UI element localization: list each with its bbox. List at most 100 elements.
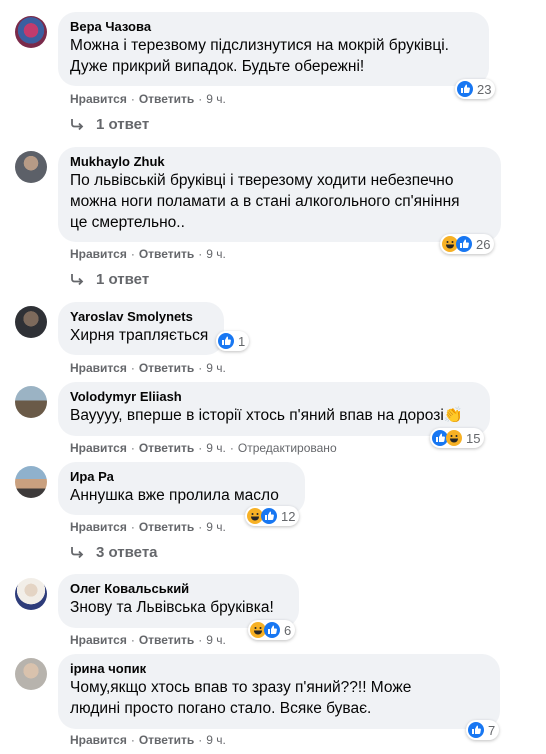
separator-dot: ·	[198, 441, 203, 455]
reply-button[interactable]: Ответить	[139, 361, 194, 375]
avatar[interactable]	[15, 578, 47, 610]
comment-author[interactable]: Ира Ра	[70, 469, 293, 485]
comment-actions: Нравится · Ответить · 9 ч.	[70, 519, 226, 535]
separator-dot: ·	[198, 247, 203, 261]
reply-arrow-icon	[71, 273, 84, 285]
comment-bubble: Volodymyr Eliiash Вауууу, вперше в істор…	[58, 382, 490, 436]
separator-dot: ·	[198, 633, 203, 647]
like-button[interactable]: Нравится	[70, 733, 127, 747]
comment-author[interactable]: Вера Чазова	[70, 19, 477, 35]
reaction-count: 23	[477, 81, 492, 97]
comment-time[interactable]: 9 ч.	[206, 361, 226, 375]
like-button[interactable]: Нравится	[70, 247, 127, 261]
reaction-summary[interactable]: 15	[430, 428, 485, 448]
like-button[interactable]: Нравится	[70, 441, 127, 455]
like-reaction-icon	[468, 722, 484, 738]
comment-bubble: Вера Чазова Можна і терезвому підслизнут…	[58, 12, 489, 86]
replies-count-label: 1 ответ	[96, 271, 150, 288]
view-replies-link[interactable]: 1 ответ	[70, 271, 149, 288]
reply-button[interactable]: Ответить	[139, 733, 194, 747]
like-reaction-icon	[457, 81, 473, 97]
avatar[interactable]	[15, 466, 47, 498]
reply-button[interactable]: Ответить	[139, 247, 194, 261]
avatar[interactable]	[15, 151, 47, 183]
comment-author[interactable]: Олег Ковальський	[70, 581, 287, 597]
comment-text-line: Аннушка вже пролила масло	[70, 487, 279, 504]
reaction-summary[interactable]: 1	[216, 331, 250, 351]
reaction-summary[interactable]: 7	[466, 720, 500, 740]
avatar[interactable]	[15, 16, 47, 48]
view-replies-link[interactable]: 3 ответа	[70, 544, 158, 561]
like-reaction-icon	[261, 508, 277, 524]
separator-dot: ·	[130, 520, 135, 534]
comment-text-line: це смертельно..	[70, 214, 185, 231]
comment-actions: Нравится · Ответить · 9 ч. · Отредактировано	[70, 440, 337, 456]
separator-dot: ·	[130, 92, 135, 106]
comment-time[interactable]: 9 ч.	[206, 247, 226, 261]
comment-text-line: Хирня трапляється	[70, 327, 209, 344]
reaction-summary[interactable]: 26	[440, 234, 495, 254]
reply-button[interactable]: Ответить	[139, 633, 194, 647]
comment-actions: Нравится · Ответить · 9 ч.	[70, 91, 226, 107]
comment-bubble: ірина чопик Чому,якщо хтось впав то зраз…	[58, 654, 500, 729]
like-button[interactable]: Нравится	[70, 361, 127, 375]
separator-dot: ·	[198, 92, 203, 106]
reply-button[interactable]: Ответить	[139, 441, 194, 455]
comment-author[interactable]: Yaroslav Smolynets	[70, 309, 212, 325]
comment-text-line: По львівській бруківці і тверезому ходит…	[70, 172, 454, 189]
like-button[interactable]: Нравится	[70, 633, 127, 647]
reaction-count: 1	[238, 333, 246, 349]
comment-actions: Нравится · Ответить · 9 ч.	[70, 360, 226, 376]
comment-text-line: людині просто погано стало. Всяке буває.	[70, 700, 372, 717]
comment-text-line: Вауууу, вперше в історії хтось п'яний вп…	[70, 407, 464, 424]
separator-dot: ·	[229, 441, 234, 455]
comment-author[interactable]: Volodymyr Eliiash	[70, 389, 478, 405]
haha-reaction-icon	[446, 430, 462, 446]
reply-button[interactable]: Ответить	[139, 92, 194, 106]
comment-bubble: Mukhaylo Zhuk По львівській бруківці і т…	[58, 147, 501, 242]
avatar[interactable]	[15, 386, 47, 418]
separator-dot: ·	[198, 361, 203, 375]
comment-actions: Нравится · Ответить · 9 ч.	[70, 732, 226, 748]
like-reaction-icon	[264, 622, 280, 638]
comment-text-line: можна ноги поламати а в стані алкогольно…	[70, 193, 460, 210]
comment-text-line: Чому,якщо хтось впав то зразу п'яний??!!…	[70, 679, 412, 696]
comment-actions: Нравится · Ответить · 9 ч.	[70, 246, 226, 262]
separator-dot: ·	[130, 247, 135, 261]
comment-author[interactable]: ірина чопик	[70, 661, 488, 677]
separator-dot: ·	[130, 361, 135, 375]
like-button[interactable]: Нравится	[70, 92, 127, 106]
comment-text-line: Знову та Львівська бруківка!	[70, 599, 274, 616]
like-reaction-icon	[456, 236, 472, 252]
view-replies-link[interactable]: 1 ответ	[70, 116, 149, 133]
comment-author[interactable]: Mukhaylo Zhuk	[70, 154, 489, 170]
like-button[interactable]: Нравится	[70, 520, 127, 534]
comment-time[interactable]: 9 ч.	[206, 92, 226, 106]
edited-label[interactable]: Отредактировано	[238, 441, 337, 455]
separator-dot: ·	[198, 520, 203, 534]
replies-count-label: 1 ответ	[96, 116, 150, 133]
reaction-count: 12	[281, 508, 296, 524]
like-reaction-icon	[218, 333, 234, 349]
avatar[interactable]	[15, 306, 47, 338]
avatar[interactable]	[15, 658, 47, 690]
comment-time[interactable]: 9 ч.	[206, 633, 226, 647]
comment-text-line: Можна і терезвому підслизнутися на мокрі…	[70, 37, 449, 54]
comment-text-line: Дуже прикрий випадок. Будьте обережні!	[70, 58, 365, 75]
reaction-summary[interactable]: 23	[455, 79, 496, 99]
reaction-summary[interactable]: 6	[248, 620, 296, 640]
separator-dot: ·	[130, 441, 135, 455]
reply-button[interactable]: Ответить	[139, 520, 194, 534]
reply-arrow-icon	[71, 118, 84, 130]
replies-count-label: 3 ответа	[96, 544, 158, 561]
comment-time[interactable]: 9 ч.	[206, 441, 226, 455]
comment-time[interactable]: 9 ч.	[206, 733, 226, 747]
comment-time[interactable]: 9 ч.	[206, 520, 226, 534]
reaction-count: 6	[284, 622, 292, 638]
reaction-count: 26	[476, 236, 491, 252]
separator-dot: ·	[130, 633, 135, 647]
separator-dot: ·	[130, 733, 135, 747]
comment-actions: Нравится · Ответить · 9 ч.	[70, 632, 226, 648]
comment-bubble: Yaroslav Smolynets Хирня трапляється	[58, 302, 224, 355]
reaction-summary[interactable]: 12	[245, 506, 300, 526]
